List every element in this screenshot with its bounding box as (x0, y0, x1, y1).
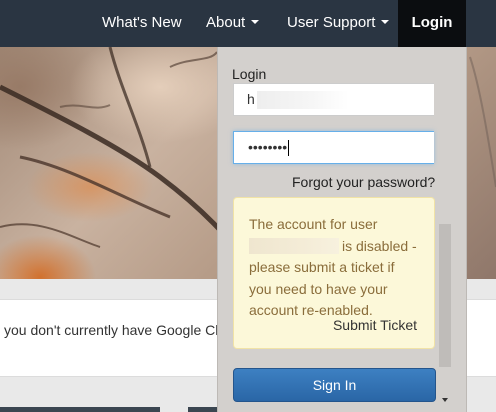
panel-scrollbar-thumb[interactable] (439, 224, 451, 367)
login-dropdown-panel: Login h •••••••• Forgot your password? T… (217, 47, 467, 412)
scroll-down-arrow-icon[interactable] (442, 398, 448, 402)
redacted-username (256, 91, 349, 110)
nav-login-label: Login (411, 14, 453, 31)
password-input[interactable]: •••••••• (233, 131, 434, 164)
text-cursor (288, 140, 290, 157)
alert-line-3: please submit a ticket if (249, 259, 395, 275)
nav-user-support-dropdown[interactable]: User Support (287, 0, 390, 47)
alert-line-2: is disabled - (249, 236, 420, 258)
account-disabled-alert: The account for user is disabled - pleas… (233, 197, 435, 349)
nav-whats-new-label: What's New (102, 14, 182, 31)
username-value: h (247, 91, 255, 107)
password-mask: •••••••• (248, 139, 288, 155)
login-label: Login (232, 66, 267, 82)
alert-line-1: The account for user (249, 216, 378, 232)
top-navbar: What's New About User Support Login (0, 0, 496, 47)
sign-in-button[interactable]: Sign In (233, 368, 436, 402)
chevron-down-icon (381, 20, 390, 25)
browser-notice-text: you don't currently have Google Ch (4, 322, 224, 338)
forgot-password-link[interactable]: Forgot your password? (292, 174, 435, 190)
alert-line-4: you need to have your (249, 280, 388, 297)
submit-ticket-link[interactable]: Submit Ticket (333, 315, 417, 337)
nav-about-label: About (206, 14, 246, 31)
username-input[interactable]: h (233, 83, 434, 116)
alert-line-2-text: is disabled - (342, 237, 417, 254)
nav-user-support-label: User Support (287, 14, 376, 31)
chevron-down-icon (251, 20, 260, 25)
bottom-strip (0, 407, 160, 412)
redacted-username (249, 237, 339, 254)
nav-about-dropdown[interactable]: About (206, 0, 260, 47)
nav-login[interactable]: Login (398, 0, 466, 47)
nav-whats-new[interactable]: What's New (102, 0, 182, 47)
